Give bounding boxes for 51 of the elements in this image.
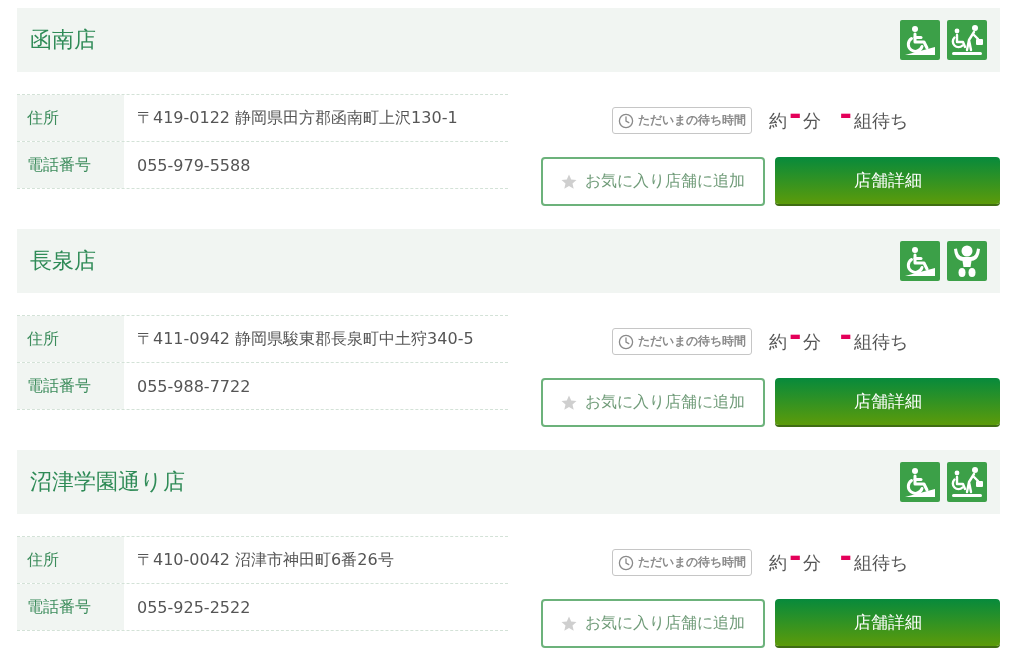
store-detail-button[interactable]: 店舗詳細 (775, 157, 1000, 204)
info-label-cell: 住所 (17, 537, 124, 583)
clock-icon (618, 554, 634, 571)
baby-icon (947, 241, 987, 281)
wait-minutes-value: - (789, 549, 802, 565)
wheelchair-caregiver-icon (947, 20, 987, 60)
wait-prefix: 約 (769, 330, 787, 354)
store-name: 函南店 (30, 26, 96, 54)
info-value-cell-text: 〒411-0942 静岡県駿東郡長泉町中土狩340-5 (136, 327, 474, 350)
wheelchair-ramp-icon (900, 241, 940, 281)
wait-time-label: ただいまの待ち時間 (638, 334, 746, 349)
wait-groups-value: - (839, 328, 852, 344)
clock-icon (618, 333, 634, 350)
favorite-button[interactable]: お気に入り店舗に追加 (541, 599, 765, 648)
wheelchair-caregiver-icon (947, 462, 987, 502)
wheelchair-ramp-icon (900, 20, 940, 60)
wait-time-label: ただいまの待ち時間 (638, 555, 746, 570)
info-value-cell-text: 055-979-5588 (136, 154, 251, 177)
favorite-button[interactable]: お気に入り店舗に追加 (541, 157, 765, 206)
info-value-cell-text: 055-988-7722 (136, 375, 251, 398)
favorite-button[interactable]: お気に入り店舗に追加 (541, 378, 765, 427)
wait-groups-unit: 組待ち (853, 330, 908, 354)
info-label-cell: 住所 (17, 95, 124, 141)
info-value-cell-text: 〒410-0042 沼津市神田町6番26号 (136, 548, 394, 571)
info-label-cell: 住所 (17, 316, 124, 362)
wait-prefix: 約 (769, 551, 787, 575)
wait-minutes-unit: 分 (803, 330, 822, 354)
wait-groups-value: - (839, 549, 852, 565)
star-icon (561, 394, 577, 411)
clock-icon (618, 112, 634, 129)
store-detail-button[interactable]: 店舗詳細 (775, 378, 1000, 425)
info-value-cell-text: 055-925-2522 (136, 596, 251, 619)
store-name: 長泉店 (30, 247, 96, 275)
info-label-cell: 電話番号 (17, 142, 124, 188)
star-icon (561, 173, 577, 190)
star-icon (561, 615, 577, 632)
wait-groups-value: - (839, 107, 852, 123)
wait-time-label: ただいまの待ち時間 (638, 113, 746, 128)
wait-minutes-value: - (789, 107, 802, 123)
wait-groups-unit: 組待ち (853, 551, 908, 575)
wheelchair-ramp-icon (900, 462, 940, 502)
store-detail-button[interactable]: 店舗詳細 (775, 599, 1000, 646)
info-label-cell: 電話番号 (17, 363, 124, 409)
info-value-cell-text: 〒419-0122 静岡県田方郡函南町上沢130-1 (136, 106, 458, 129)
wait-minutes-unit: 分 (803, 551, 822, 575)
store-name: 沼津学園通り店 (30, 468, 185, 496)
wait-minutes-unit: 分 (803, 109, 822, 133)
wait-prefix: 約 (769, 109, 787, 133)
info-label-cell: 電話番号 (17, 584, 124, 630)
wait-groups-unit: 組待ち (853, 109, 908, 133)
wait-minutes-value: - (789, 328, 802, 344)
